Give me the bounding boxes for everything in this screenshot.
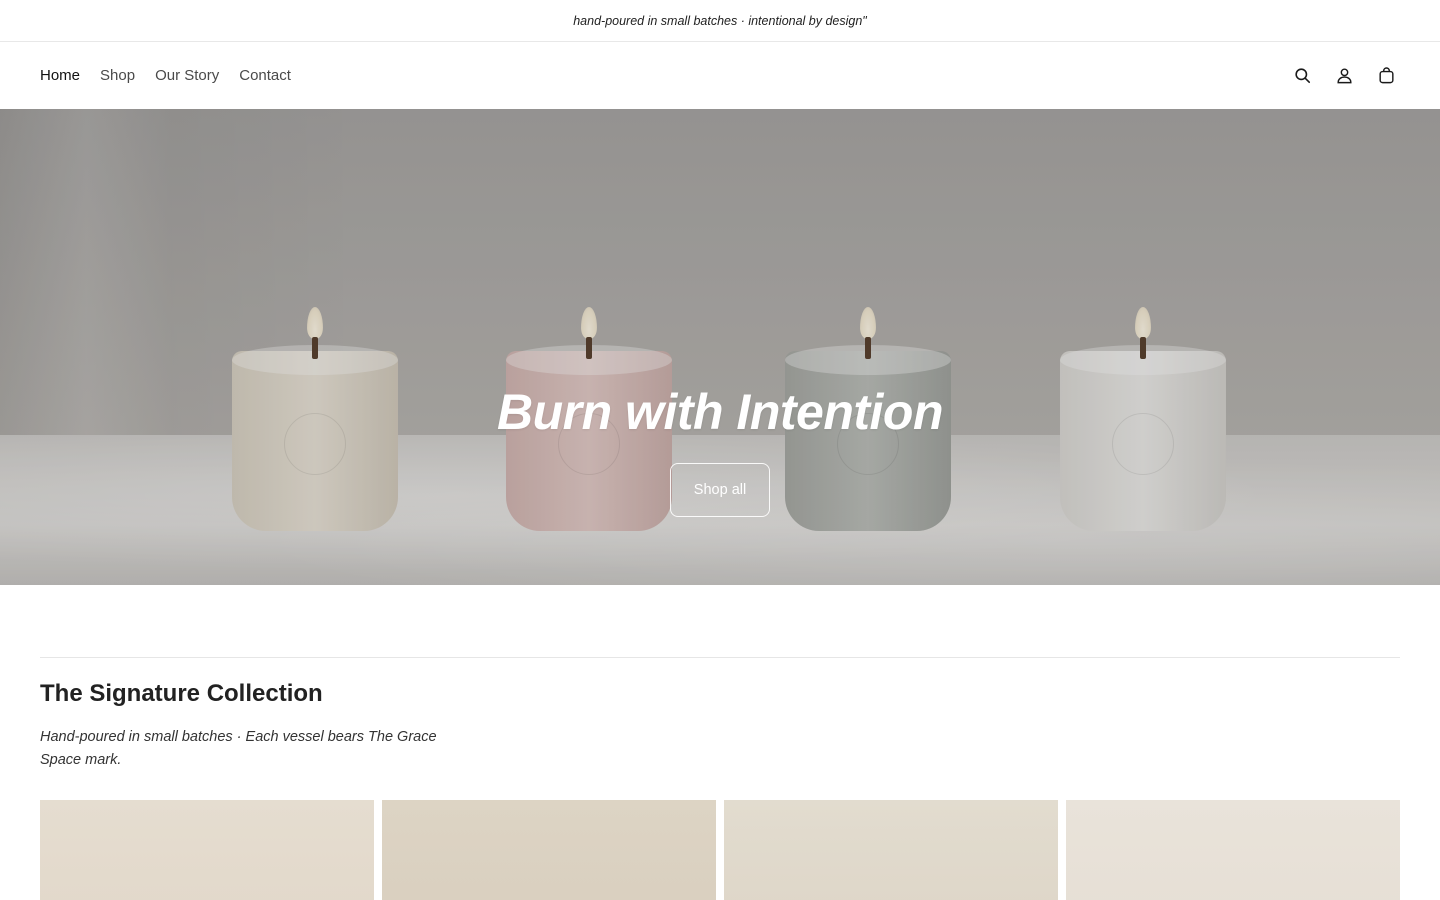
product-card-image[interactable] xyxy=(724,800,1058,900)
site-header: Home Shop Our Story Contact xyxy=(0,42,1440,109)
announcement-text: hand-poured in small batches · intention… xyxy=(573,13,867,28)
product-card-image[interactable] xyxy=(1066,800,1400,900)
nav-item-shop[interactable]: Shop xyxy=(100,67,135,84)
search-icon[interactable] xyxy=(1292,66,1312,86)
header-actions xyxy=(1292,66,1396,86)
nav-item-our-story[interactable]: Our Story xyxy=(155,67,219,84)
hero-content: Burn with Intention Shop all xyxy=(0,383,1440,517)
collection-description: Hand-poured in small batches · Each vess… xyxy=(40,729,437,768)
shop-all-button[interactable]: Shop all xyxy=(670,463,770,517)
nav-item-contact[interactable]: Contact xyxy=(239,67,291,84)
product-card-image[interactable] xyxy=(40,800,374,900)
cart-icon[interactable] xyxy=(1376,66,1396,86)
collection-title: The Signature Collection xyxy=(40,680,323,707)
product-grid xyxy=(40,800,1400,900)
hero-title: Burn with Intention xyxy=(497,384,943,440)
nav-item-home[interactable]: Home xyxy=(40,67,80,84)
product-card-image[interactable] xyxy=(382,800,716,900)
collection-section: The Signature Collection Hand-poured in … xyxy=(0,585,1440,900)
hero-banner: Burn with Intention Shop all xyxy=(0,109,1440,585)
main-nav: Home Shop Our Story Contact xyxy=(40,67,291,84)
announcement-bar: hand-poured in small batches · intention… xyxy=(0,0,1440,42)
section-divider xyxy=(40,657,1400,658)
account-icon[interactable] xyxy=(1334,66,1354,86)
